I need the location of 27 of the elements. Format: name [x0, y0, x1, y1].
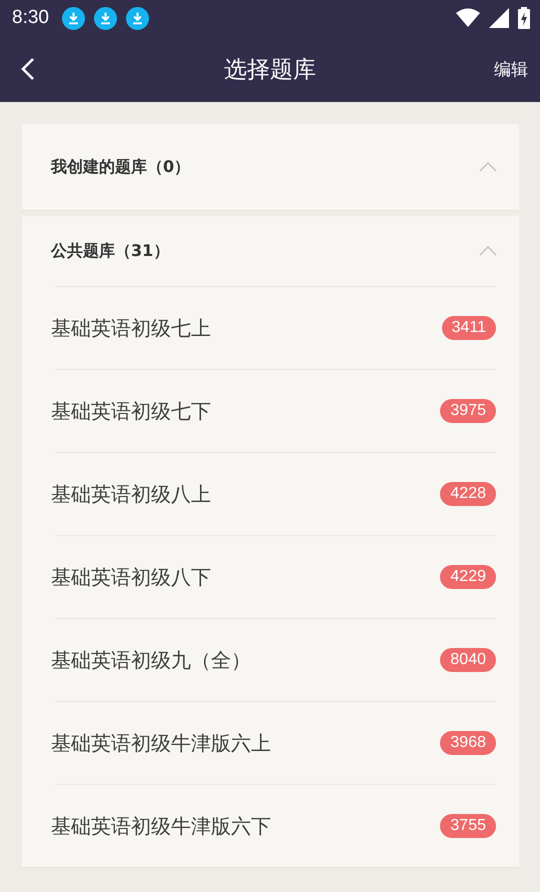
count-badge: 8040 [440, 648, 496, 672]
bank-name[interactable]: 基础英语初级八下 [51, 564, 211, 590]
bank-name[interactable]: 基础英语初级七下 [51, 398, 211, 424]
chevron-up-icon[interactable] [479, 162, 497, 172]
bank-name[interactable]: 基础英语初级牛津版六下 [51, 812, 271, 840]
wifi-icon [456, 8, 480, 28]
chevron-up-icon[interactable] [479, 246, 497, 256]
download-icon [94, 6, 117, 30]
page-title: 选择题库 [224, 56, 316, 84]
count-badge: 3411 [442, 316, 496, 340]
count-badge: 4229 [440, 565, 496, 589]
count-badge: 3975 [440, 399, 496, 423]
bank-name[interactable]: 基础英语初级九（全） [51, 646, 251, 674]
download-icon [62, 6, 85, 30]
count-badge: 3755 [440, 814, 496, 838]
download-icon [126, 6, 149, 30]
bank-name[interactable]: 基础英语初级七上 [51, 314, 211, 342]
bank-name[interactable]: 基础英语初级八上 [51, 480, 211, 508]
section-title: 我创建的题库（0） [51, 156, 190, 178]
section-title: 公共题库（31） [51, 240, 170, 262]
edit-button[interactable]: 编辑 [494, 54, 528, 84]
status-time: 8:30 [12, 7, 49, 29]
count-badge: 3968 [440, 731, 496, 755]
battery-icon [518, 7, 530, 29]
signal-icon [489, 8, 509, 28]
bank-name[interactable]: 基础英语初级牛津版六上 [51, 730, 271, 756]
count-badge: 4228 [440, 482, 496, 506]
